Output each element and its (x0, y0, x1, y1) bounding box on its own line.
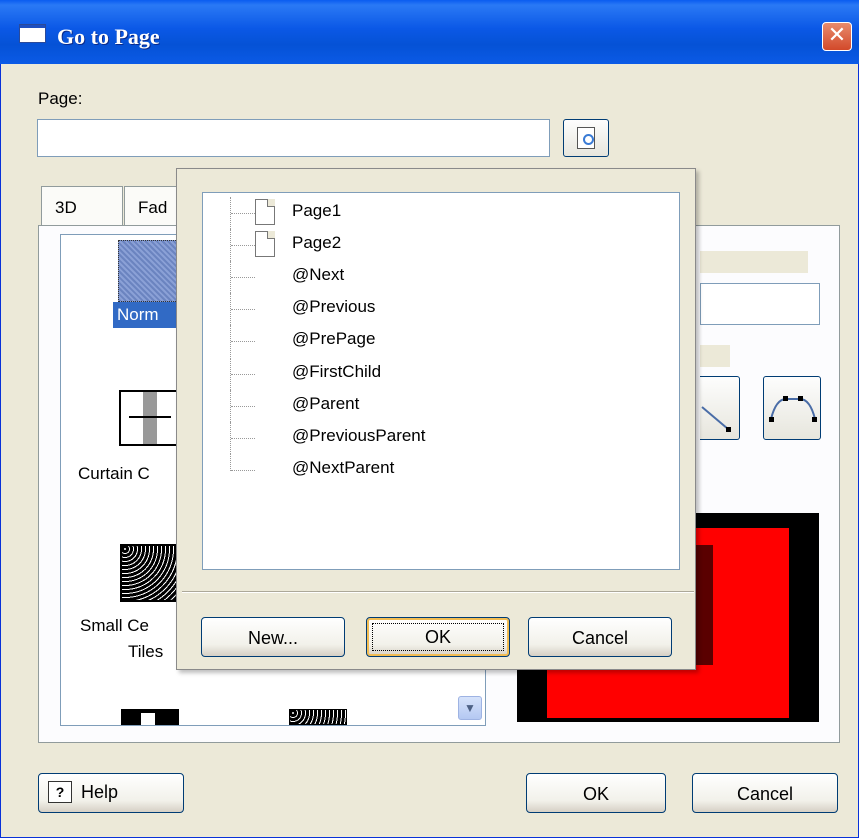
focus-ring (372, 623, 504, 651)
small-tiles-thumbnail[interactable] (120, 544, 180, 602)
tree-item-label: @PreviousParent (292, 426, 426, 445)
tree-connector (230, 454, 257, 471)
tree-item-label: @Previous (292, 297, 376, 316)
disabled-label-bar (700, 345, 730, 367)
tree-item-label: Page2 (292, 233, 342, 252)
tree-connector (230, 358, 257, 390)
tab-3d[interactable]: 3D (41, 186, 123, 226)
normal-label[interactable]: Norm (113, 302, 183, 328)
chevron-down-icon: ▼ (464, 701, 476, 715)
tree-connector (230, 390, 257, 422)
tree-item-label: @FirstChild (292, 362, 382, 381)
new-page-button[interactable]: New... (201, 617, 345, 657)
tree-connector (230, 197, 257, 229)
close-button[interactable]: ✕ (822, 22, 852, 51)
help-label: Help (81, 782, 119, 802)
tree-connector (230, 229, 257, 261)
tree-connector (230, 261, 257, 293)
curve-ease-icon (769, 396, 817, 422)
page-icon (255, 199, 275, 225)
ok-button[interactable]: OK (526, 773, 666, 813)
tree-connector (230, 293, 257, 325)
tree-item-label: Page1 (292, 201, 342, 220)
tree-connector (230, 422, 257, 454)
option-field[interactable] (700, 283, 820, 325)
normal-thumbnail[interactable] (118, 240, 180, 302)
tree-item-label: @Parent (292, 394, 360, 413)
tab-fade[interactable]: Fad (124, 186, 184, 226)
curve-ease-button[interactable] (763, 376, 821, 440)
curve-linear-icon (701, 406, 731, 432)
help-icon: ? (48, 781, 72, 803)
transition-preview-edge (695, 545, 713, 665)
browse-page-button[interactable] (563, 119, 609, 157)
popup-ok-button[interactable]: OK (366, 617, 510, 657)
tree-item-label: @Next (292, 265, 345, 284)
tree-item-label: @PrePage (292, 329, 376, 348)
tree-connector (230, 325, 257, 357)
page-icon (255, 231, 275, 257)
window-icon (19, 24, 46, 43)
cancel-button[interactable]: Cancel (692, 773, 838, 813)
popup-cancel-button[interactable]: Cancel (528, 617, 672, 657)
transition-thumbnail[interactable] (289, 709, 347, 725)
window-title: Go to Page (57, 24, 160, 49)
tree-item-label: @NextParent (292, 458, 395, 477)
transition-thumbnail[interactable] (121, 709, 179, 725)
curtain-thumbnail[interactable] (119, 390, 181, 446)
page-input[interactable] (37, 119, 550, 157)
gallery-scroll-down-button[interactable]: ▼ (458, 696, 482, 720)
small-tiles-label-line1: Small Ce (80, 616, 149, 635)
curve-linear-button[interactable] (700, 376, 740, 440)
divider (182, 592, 694, 593)
disabled-label-bar (700, 251, 808, 273)
browse-page-icon (577, 127, 595, 149)
small-tiles-label-line2: Tiles (128, 642, 164, 661)
curtain-label: Curtain C (78, 464, 150, 483)
page-label: Page: (38, 89, 83, 108)
